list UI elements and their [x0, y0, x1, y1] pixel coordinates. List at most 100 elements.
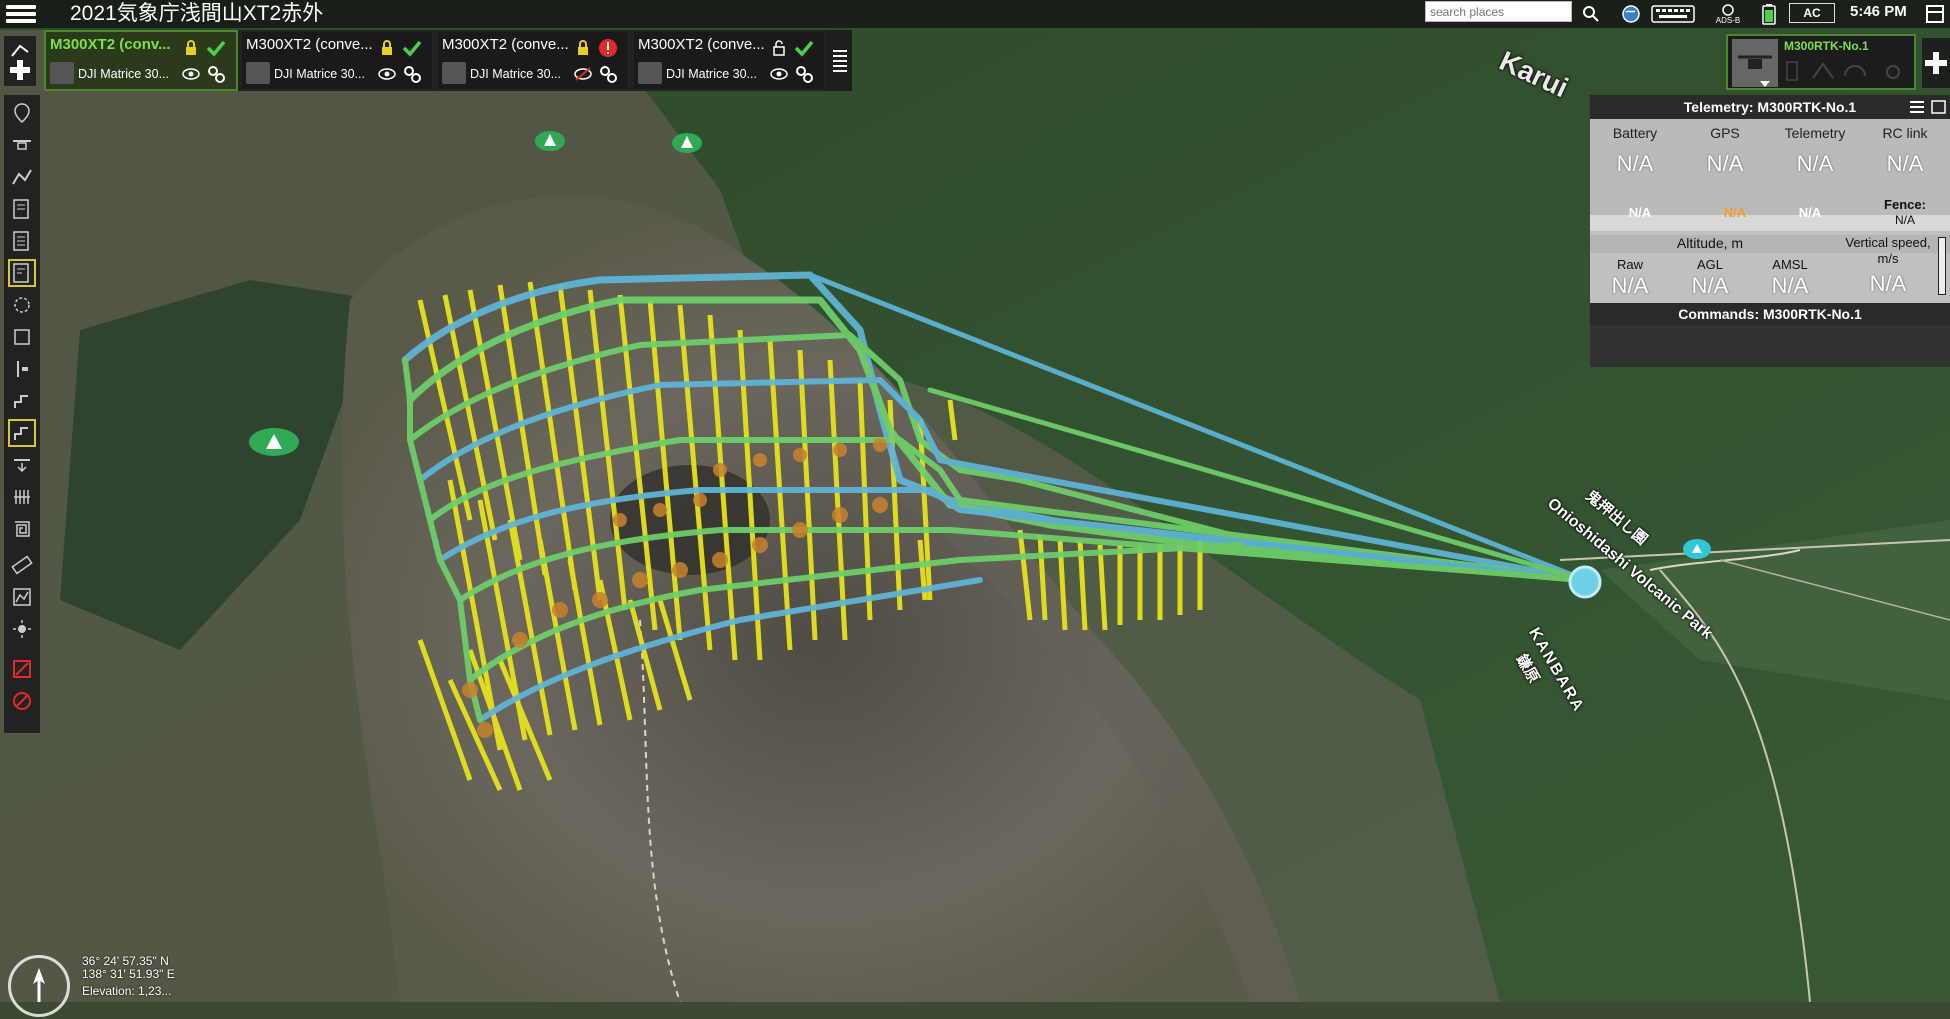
gears-icon[interactable] — [794, 64, 814, 84]
circle-icon[interactable] — [8, 291, 36, 319]
adsb-label: ADS-B — [1715, 15, 1741, 25]
add-route-button[interactable] — [4, 36, 36, 86]
lock-icon[interactable] — [377, 38, 397, 58]
map-pin-1 — [535, 131, 565, 151]
no-fly-zone-icon[interactable] — [8, 655, 36, 683]
drone-status-icons — [1786, 61, 1900, 81]
drone-model: DJI Matrice 30... — [78, 67, 169, 81]
gps-sub-value: N/A — [1723, 205, 1747, 220]
map-pin-2 — [672, 133, 702, 153]
fence-value: N/A — [1894, 213, 1915, 227]
mission-plan-icon[interactable] — [8, 195, 36, 223]
vertical-speed-value: N/A — [1869, 271, 1907, 296]
landing-icon[interactable] — [8, 451, 36, 479]
app-title: 2021気象庁浅間山XT2赤外 — [70, 2, 324, 25]
telemetry-value: N/A — [1796, 151, 1834, 176]
drone-name: M300XT2 (conve... — [638, 36, 765, 53]
grid-survey-icon[interactable] — [8, 483, 36, 511]
waypoint-icon[interactable] — [8, 99, 36, 127]
coordinates-readout: 36° 24' 57.35" N 138° 31' 51.93" E Eleva… — [82, 955, 175, 998]
adsb-icon[interactable]: ADS-B — [1712, 2, 1744, 26]
battery-value: N/A — [1616, 151, 1654, 176]
telemetry-header-gps: GPS — [1710, 125, 1740, 141]
commands-title: Commands: M300RTK-No.1 — [1590, 303, 1950, 325]
map-pin-park — [1683, 539, 1711, 559]
commands-body — [1590, 325, 1950, 367]
home-point — [1568, 565, 1602, 599]
search-input[interactable] — [1425, 1, 1572, 22]
gears-icon[interactable] — [206, 64, 226, 84]
battery-sub-value: N/A — [1628, 205, 1652, 220]
ruler-icon[interactable] — [8, 551, 36, 579]
altitude-raw-header: Raw — [1616, 257, 1643, 272]
panel-list-icon[interactable] — [1908, 99, 1926, 115]
lock-icon[interactable] — [181, 38, 201, 58]
vertical-speed-gauge — [1938, 237, 1946, 295]
drone-list-menu-icon[interactable] — [828, 30, 852, 91]
fence-label: Fence: — [1884, 197, 1926, 212]
north-arrow-icon — [33, 968, 45, 1002]
status-ok-icon — [206, 38, 226, 58]
elevation: Elevation: 1,23... — [82, 984, 172, 998]
mission-list-icon[interactable] — [8, 227, 36, 255]
restricted-zone-icon[interactable] — [8, 687, 36, 715]
selected-drone-name: M300RTK-No.1 — [1784, 39, 1869, 53]
compass[interactable] — [8, 955, 70, 1017]
drone-card[interactable]: M300XT2 (conv... DJI Matrice 30... — [44, 30, 238, 91]
panel-detach-icon[interactable] — [1930, 99, 1948, 115]
altitude-label: Altitude, m — [1676, 235, 1744, 251]
sun-icon[interactable] — [8, 615, 36, 643]
add-panel-button[interactable] — [1922, 38, 1950, 88]
unlock-icon[interactable] — [769, 38, 789, 58]
rc-link-value: N/A — [1886, 151, 1924, 176]
longitude: 138° 31' 51.93" E — [82, 967, 175, 981]
window-icon[interactable] — [1922, 2, 1948, 26]
area-icon[interactable] — [8, 323, 36, 351]
status-error-icon — [598, 38, 618, 58]
drone-model: DJI Matrice 30... — [666, 67, 757, 81]
vertical-speed-label: Vertical speed, m/s — [1845, 235, 1931, 266]
status-ok-icon — [402, 38, 422, 58]
telemetry-header-telemetry: Telemetry — [1784, 125, 1846, 141]
left-toolbar — [4, 95, 40, 733]
globe-icon[interactable] — [1618, 2, 1644, 26]
drone-card[interactable]: M300XT2 (conve... DJI Matrice 30... — [240, 30, 434, 91]
hamburger-menu-icon[interactable] — [4, 2, 38, 26]
drone-icon[interactable] — [8, 131, 36, 159]
drone-thumbnail — [638, 62, 662, 84]
selected-drone-widget[interactable]: M300RTK-No.1 — [1726, 34, 1916, 90]
eye-hidden-icon[interactable] — [573, 64, 593, 84]
mission-edit-icon[interactable] — [8, 259, 36, 287]
eye-icon[interactable] — [769, 64, 789, 84]
keyboard-icon[interactable] — [1650, 2, 1696, 26]
altitude-amsl-value: N/A — [1771, 273, 1809, 298]
takeoff-icon[interactable] — [8, 355, 36, 383]
elevation-profile-icon[interactable] — [8, 583, 36, 611]
status-ok-icon — [794, 38, 814, 58]
clock: 5:46 PM — [1850, 3, 1907, 20]
drone-model: DJI Matrice 30... — [470, 67, 561, 81]
drone-card[interactable]: M300XT2 (conve... DJI Matrice 30... — [436, 30, 630, 91]
drone-name: M300XT2 (conve... — [246, 36, 373, 53]
lock-icon[interactable] — [573, 38, 593, 58]
search-icon[interactable] — [1578, 2, 1604, 26]
gears-icon[interactable] — [598, 64, 618, 84]
gears-icon[interactable] — [402, 64, 422, 84]
drone-card[interactable]: M300XT2 (conve... DJI Matrice 30... — [632, 30, 826, 91]
ac-power-badge: AC — [1789, 3, 1835, 23]
gps-value: N/A — [1706, 151, 1744, 176]
altitude-raw-value: N/A — [1611, 273, 1649, 298]
path-edit-icon[interactable] — [8, 419, 36, 447]
telemetry-sub-value: N/A — [1798, 205, 1822, 220]
spiral-icon[interactable] — [8, 515, 36, 543]
telemetry-panel: Telemetry: M300RTK-No.1 Battery GPS Tele… — [1590, 95, 1950, 367]
altitude-agl-header: AGL — [1696, 257, 1723, 272]
path-icon[interactable] — [8, 387, 36, 415]
map-pin-3 — [249, 428, 299, 456]
eye-icon[interactable] — [377, 64, 397, 84]
route-icon[interactable] — [8, 163, 36, 191]
battery-icon — [1758, 2, 1780, 26]
telemetry-header-rc-link: RC link — [1882, 125, 1928, 141]
eye-icon[interactable] — [181, 64, 201, 84]
drone-bar: M300XT2 (conv... DJI Matrice 30... M300X… — [44, 30, 852, 91]
